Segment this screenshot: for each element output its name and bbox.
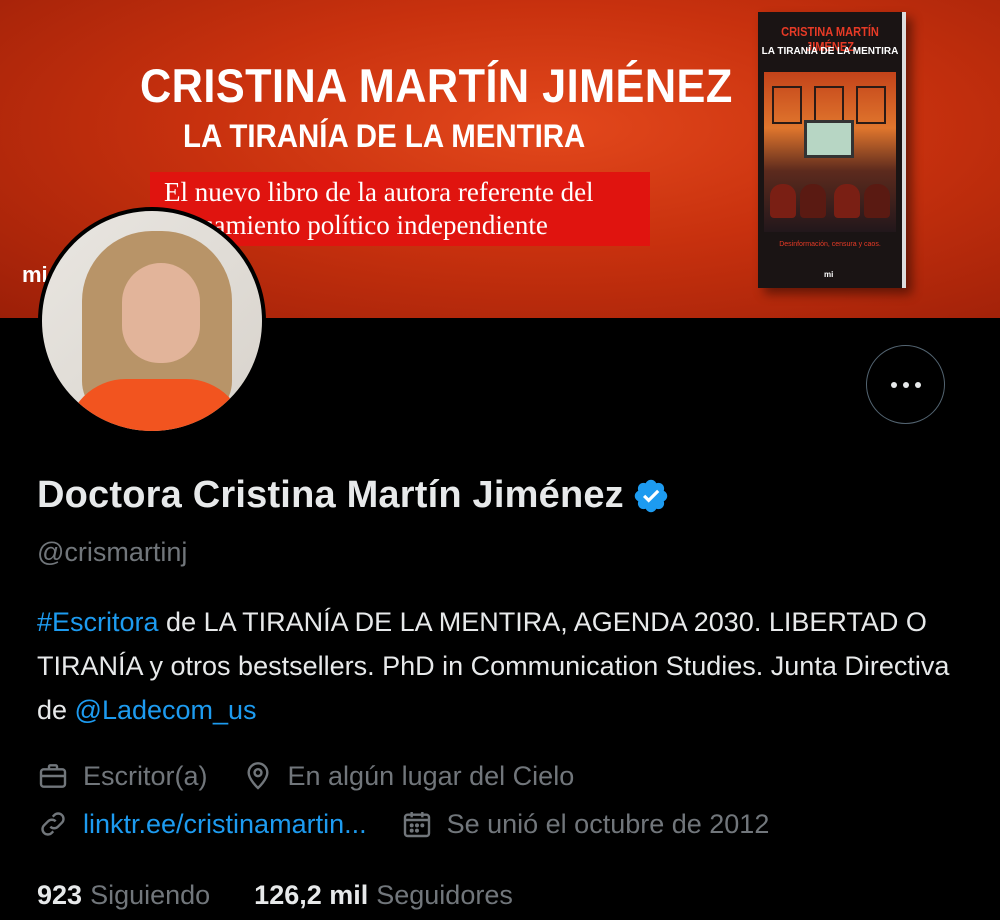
profile-name-row: Doctora Cristina Martín Jiménez <box>37 474 670 517</box>
book-cover: CRISTINA MARTÍN JIMÉNEZ LA TIRANÍA DE LA… <box>758 12 906 288</box>
calendar-icon <box>403 812 430 838</box>
profile-bio: #Escritora de LA TIRANÍA DE LA MENTIRA, … <box>37 600 957 732</box>
more-button[interactable] <box>866 345 945 424</box>
profile-name: Doctora Cristina Martín Jiménez <box>37 474 624 516</box>
banner-title: LA TIRANÍA DE LA MENTIRA <box>183 118 586 154</box>
profile-meta-row-1: Escritor(a) En algún lugar del Cielo <box>37 760 574 792</box>
banner-subtitle-line1: El nuevo libro de la autora referente de… <box>164 177 594 207</box>
join-date-label: Se unió el octubre de 2012 <box>446 808 770 839</box>
book-tagline: Desinformación, censura y caos. <box>779 241 881 248</box>
bio-hashtag-link[interactable]: #Escritora <box>37 607 159 637</box>
banner-author: CRISTINA MARTÍN JIMÉNEZ <box>140 59 733 112</box>
profession-label: Escritor(a) <box>83 760 208 791</box>
join-date: Se unió el octubre de 2012 <box>401 808 770 840</box>
followers-count: 126,2 mil <box>254 880 369 910</box>
verified-badge-icon[interactable] <box>632 477 670 515</box>
followers-link[interactable]: 126,2 mil Seguidores <box>254 880 513 911</box>
banner-subtitle-line2: pensamiento político independiente <box>164 210 548 240</box>
location: En algún lugar del Cielo <box>242 760 575 792</box>
link-icon <box>41 812 65 836</box>
book-illustration <box>764 72 896 232</box>
profile-handle: @crismartinj <box>37 537 188 567</box>
briefcase-icon <box>39 764 67 788</box>
following-count: 923 <box>37 880 83 910</box>
following-link[interactable]: 923 Siguiendo <box>37 880 210 911</box>
followers-label: Seguidores <box>376 880 513 910</box>
follow-stats: 923 Siguiendo 126,2 mil Seguidores <box>37 880 513 911</box>
following-label: Siguiendo <box>90 880 211 910</box>
book-title: LA TIRANÍA DE LA MENTIRA <box>761 46 899 57</box>
location-label: En algún lugar del Cielo <box>287 760 575 791</box>
website-link[interactable]: linktr.ee/cristinamartin... <box>83 809 367 840</box>
more-icon <box>890 381 921 388</box>
avatar[interactable] <box>38 207 266 435</box>
profession: Escritor(a) <box>37 760 208 792</box>
profile-meta-row-2: linktr.ee/cristinamartin... Se unió el o… <box>37 808 769 840</box>
website[interactable]: linktr.ee/cristinamartin... <box>37 808 367 840</box>
bio-mention-link[interactable]: @Ladecom_us <box>75 695 257 725</box>
book-logo: mi <box>824 270 834 279</box>
location-pin-icon <box>246 762 269 790</box>
